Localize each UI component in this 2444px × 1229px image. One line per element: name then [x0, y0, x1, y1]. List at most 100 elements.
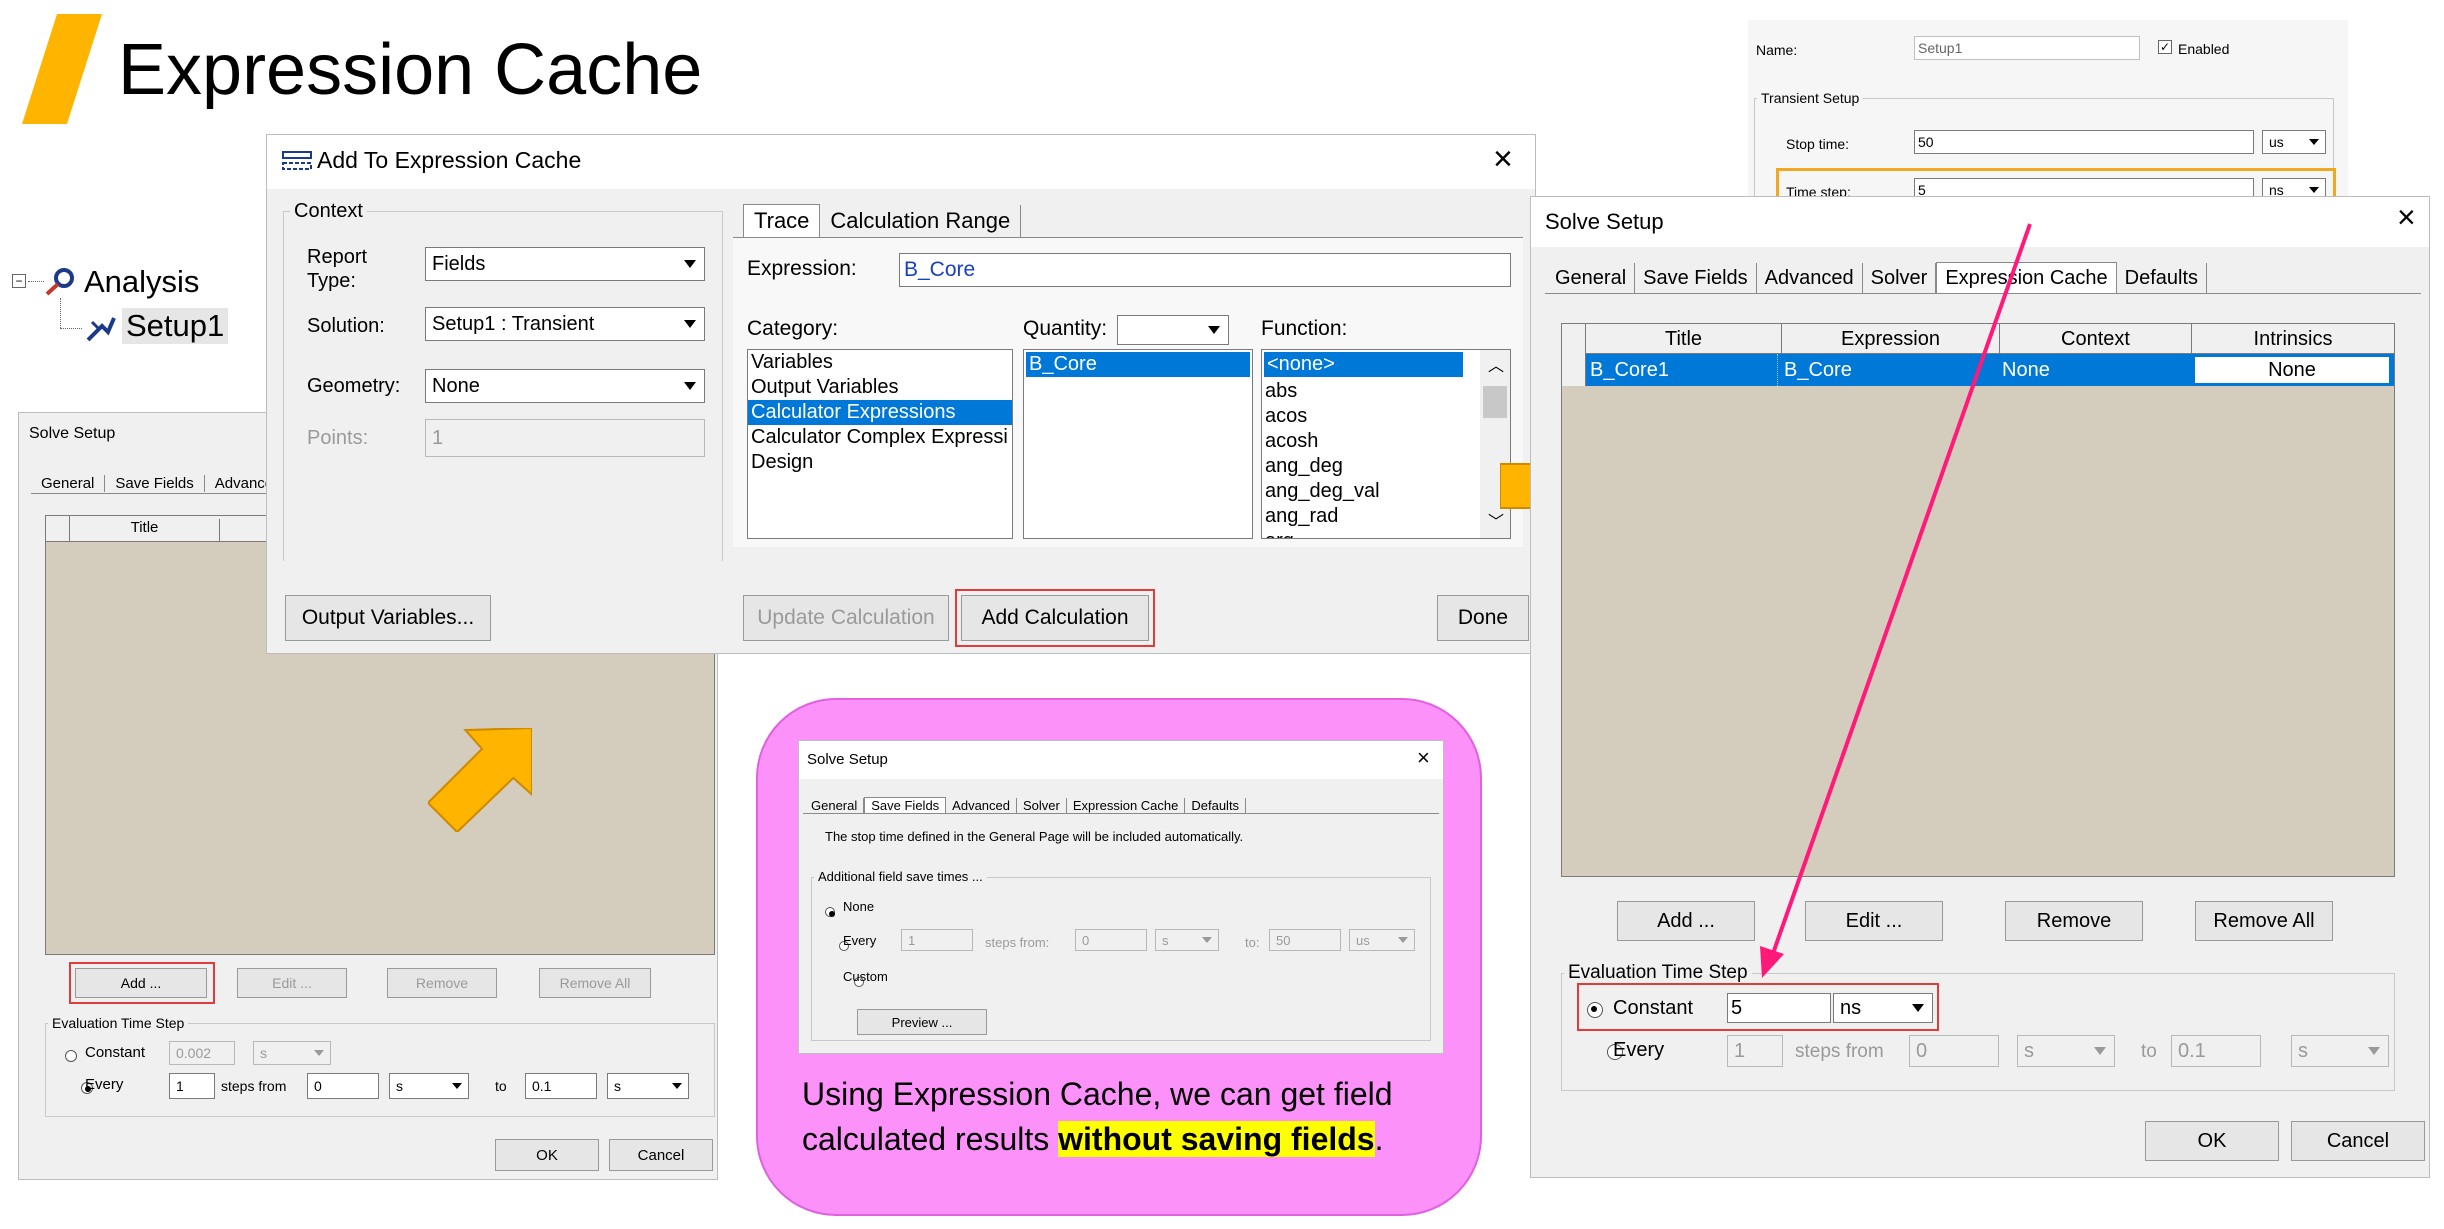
tab-advanced[interactable]: Advanced	[946, 798, 1017, 813]
points-field[interactable]: 1	[425, 419, 705, 457]
remove-all-button[interactable]: Remove All	[539, 968, 651, 998]
function-arg[interactable]: arg	[1262, 529, 1510, 538]
from-value-field[interactable]: 0	[1075, 929, 1147, 951]
add-button[interactable]: Add ...	[1617, 901, 1755, 941]
scroll-up-icon[interactable]: ︿	[1488, 354, 1504, 379]
quantity-b-core[interactable]: B_Core	[1026, 352, 1250, 377]
report-type-select[interactable]: Fields	[425, 247, 705, 281]
tab-expression-cache[interactable]: Expression Cache	[1067, 798, 1186, 813]
stop-time-unit-select[interactable]: us	[2262, 130, 2326, 154]
quantity-filter-select[interactable]	[1117, 315, 1229, 345]
group-label: Additional field save times ...	[814, 869, 987, 884]
constant-highlight	[1577, 983, 1939, 1031]
solution-label: Solution:	[307, 315, 385, 337]
tree-item-analysis[interactable]: Analysis	[84, 264, 199, 300]
from-value-field[interactable]: 0	[1909, 1035, 1999, 1067]
every-label: Every	[1613, 1039, 1665, 1061]
category-label: Category:	[747, 317, 839, 340]
constant-value-field[interactable]: 0.002	[169, 1041, 235, 1065]
trace-tab-bar: Trace Calculation Range	[743, 203, 1022, 237]
stop-time-field[interactable]: 50	[1914, 130, 2254, 154]
tab-save-fields[interactable]: Save Fields	[864, 797, 947, 813]
close-icon[interactable]: ×	[1493, 139, 1513, 179]
expression-field[interactable]: B_Core	[899, 253, 1511, 287]
setup-icon	[86, 317, 116, 342]
from-value-field[interactable]: 0	[307, 1073, 379, 1099]
function-ang-deg-val[interactable]: ang_deg_val	[1262, 479, 1510, 504]
category-variables[interactable]: Variables	[748, 350, 1012, 375]
to-unit-select[interactable]: s	[2291, 1035, 2389, 1067]
from-unit-select[interactable]: s	[2017, 1035, 2115, 1067]
function-none[interactable]: <none>	[1264, 352, 1463, 377]
every-value-field[interactable]: 1	[901, 929, 973, 951]
tab-general[interactable]: General	[805, 798, 865, 813]
update-calculation-button[interactable]: Update Calculation	[743, 595, 949, 641]
to-unit-select[interactable]: s	[607, 1073, 689, 1099]
category-calculator-expressions[interactable]: Calculator Expressions	[748, 400, 1012, 425]
stop-time-label: Stop time:	[1786, 136, 1850, 152]
output-variables-button[interactable]: Output Variables...	[285, 595, 491, 641]
from-unit-select[interactable]: s	[389, 1073, 469, 1099]
edit-button[interactable]: Edit ...	[237, 968, 347, 998]
cell-intrinsics[interactable]: None	[2194, 356, 2390, 384]
tab-solver[interactable]: Solver	[1017, 798, 1067, 813]
to-value-field[interactable]: 0.1	[2171, 1035, 2261, 1067]
transient-group-label: Transient Setup	[1757, 90, 1864, 106]
constant-unit-select[interactable]: s	[253, 1041, 331, 1065]
to-label: to	[2141, 1041, 2157, 1062]
enabled-checkbox[interactable]: ✓	[2158, 40, 2172, 54]
function-list[interactable]: <none> abs acos acosh ang_deg ang_deg_va…	[1261, 349, 1511, 539]
none-radio[interactable]	[825, 906, 835, 917]
constant-radio[interactable]	[65, 1049, 77, 1062]
cancel-button[interactable]: Cancel	[2291, 1121, 2425, 1161]
every-value-field[interactable]: 1	[1727, 1035, 1783, 1067]
tab-save-fields[interactable]: Save Fields	[105, 475, 205, 492]
remove-all-button[interactable]: Remove All	[2195, 901, 2333, 941]
function-ang-rad[interactable]: ang_rad	[1262, 504, 1510, 529]
to-value-field[interactable]: 0.1	[525, 1073, 597, 1099]
category-list[interactable]: Variables Output Variables Calculator Ex…	[747, 349, 1013, 539]
function-acos[interactable]: acos	[1262, 404, 1510, 429]
cancel-button[interactable]: Cancel	[609, 1139, 713, 1171]
tab-trace[interactable]: Trace	[743, 204, 821, 237]
solution-select[interactable]: Setup1 : Transient	[425, 307, 705, 341]
name-label: Name:	[1756, 42, 1798, 58]
quantity-list[interactable]: B_Core	[1023, 349, 1253, 539]
collapse-icon[interactable]: −	[12, 274, 26, 288]
name-field[interactable]: Setup1	[1914, 36, 2140, 60]
ok-button[interactable]: OK	[2145, 1121, 2279, 1161]
tab-defaults[interactable]: Defaults	[2117, 263, 2208, 293]
tab-calculation-range[interactable]: Calculation Range	[820, 205, 1022, 237]
category-calculator-complex-expressions[interactable]: Calculator Complex Expressi	[748, 425, 1012, 450]
every-label: Every	[85, 1076, 124, 1093]
geometry-select[interactable]: None	[425, 369, 705, 403]
function-abs[interactable]: abs	[1262, 379, 1510, 404]
tree-item-setup1[interactable]: Setup1	[122, 308, 229, 344]
preview-button[interactable]: Preview ...	[857, 1009, 987, 1035]
from-unit-select[interactable]: s	[1155, 929, 1219, 951]
tab-save-fields[interactable]: Save Fields	[1635, 263, 1757, 293]
ok-button[interactable]: OK	[495, 1139, 599, 1171]
to-label: to	[495, 1078, 507, 1094]
slide-title: Expression Cache	[118, 30, 703, 110]
function-ang-deg[interactable]: ang_deg	[1262, 454, 1510, 479]
remove-button[interactable]: Remove	[387, 968, 497, 998]
category-design[interactable]: Design	[748, 450, 1012, 475]
function-acosh[interactable]: acosh	[1262, 429, 1510, 454]
to-unit-select[interactable]: us	[1349, 929, 1415, 951]
column-header-title: Title	[70, 519, 220, 542]
custom-label: Custom	[843, 969, 888, 984]
expression-cache-icon	[282, 151, 312, 170]
tab-defaults[interactable]: Defaults	[1185, 798, 1247, 813]
close-icon[interactable]: ×	[1417, 745, 1430, 771]
dialog-title: Solve Setup	[29, 425, 116, 442]
tab-general[interactable]: General	[31, 475, 106, 492]
tab-general[interactable]: General	[1547, 263, 1636, 293]
expression-label: Expression:	[747, 257, 857, 280]
category-output-variables[interactable]: Output Variables	[748, 375, 1012, 400]
to-label: to:	[1245, 935, 1260, 950]
every-value-field[interactable]: 1	[169, 1073, 215, 1099]
to-value-field[interactable]: 50	[1269, 929, 1341, 951]
close-icon[interactable]: ×	[2397, 199, 2416, 236]
done-button[interactable]: Done	[1437, 595, 1529, 641]
